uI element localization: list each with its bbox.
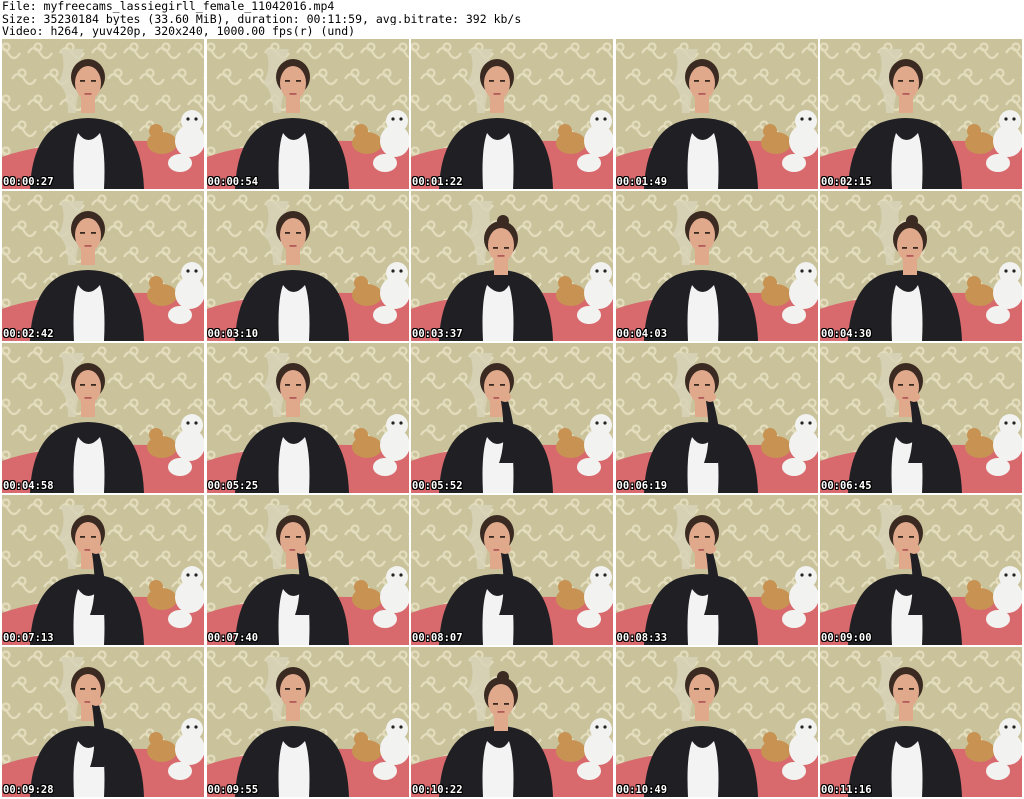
frame-image — [2, 343, 204, 493]
file-info-header: File: myfreecams_lassiegirll_female_1104… — [2, 0, 1022, 38]
frame-image — [820, 647, 1022, 797]
frame-image — [615, 647, 818, 797]
frame-timestamp: 00:08:33 — [616, 632, 668, 644]
frame-image — [411, 39, 613, 189]
frame-image — [615, 39, 818, 189]
frame-timestamp: 00:09:00 — [821, 632, 872, 644]
frame-image — [820, 191, 1022, 341]
video-thumbnail: 00:09:55 — [206, 647, 409, 797]
video-thumbnail: 00:10:22 — [411, 647, 613, 797]
file-size-line: Size: 35230184 bytes (33.60 MiB), durati… — [2, 12, 522, 26]
frame-timestamp: 00:04:58 — [3, 480, 54, 492]
video-thumbnail: 00:01:49 — [615, 39, 818, 189]
video-thumbnail: 00:08:07 — [411, 495, 613, 645]
frame-timestamp: 00:02:42 — [3, 328, 54, 340]
frame-image — [411, 495, 613, 645]
frame-timestamp: 00:06:19 — [616, 480, 668, 492]
frame-image — [2, 495, 204, 645]
video-thumbnail: 00:07:13 — [2, 495, 204, 645]
frame-image — [206, 191, 409, 341]
frame-timestamp: 00:06:45 — [821, 480, 872, 492]
frame-timestamp: 00:10:22 — [412, 784, 463, 796]
frame-image — [2, 647, 204, 797]
video-thumbnail: 00:05:52 — [411, 343, 613, 493]
frame-timestamp: 00:11:16 — [821, 784, 872, 796]
frame-timestamp: 00:07:40 — [207, 632, 259, 644]
video-thumbnail: 00:07:40 — [206, 495, 409, 645]
frame-image — [206, 647, 409, 797]
video-info-line: Video: h264, yuv420p, 320x240, 1000.00 f… — [2, 25, 356, 38]
frame-image — [206, 343, 409, 493]
frame-image — [615, 191, 818, 341]
frame-timestamp: 00:08:07 — [412, 632, 463, 644]
frame-image — [2, 191, 204, 341]
video-thumbnail: 00:04:30 — [820, 191, 1022, 341]
video-thumbnail: 00:03:10 — [206, 191, 409, 341]
frame-timestamp: 00:03:10 — [207, 328, 259, 340]
video-thumbnail: 00:11:16 — [820, 647, 1022, 797]
video-thumbnail: 00:04:03 — [615, 191, 818, 341]
frame-image — [206, 495, 409, 645]
video-thumbnail: 00:06:45 — [820, 343, 1022, 493]
frame-timestamp: 00:00:54 — [207, 176, 259, 188]
frame-timestamp: 00:00:27 — [3, 176, 54, 188]
video-thumbnail: 00:06:19 — [615, 343, 818, 493]
frame-timestamp: 00:07:13 — [3, 632, 54, 644]
frame-image — [2, 39, 204, 189]
file-name-line: File: myfreecams_lassiegirll_female_1104… — [2, 0, 335, 13]
video-thumbnail: 00:01:22 — [411, 39, 613, 189]
video-thumbnail: 00:00:54 — [206, 39, 409, 189]
frame-timestamp: 00:09:28 — [3, 784, 54, 796]
video-thumbnail: 00:05:25 — [206, 343, 409, 493]
frame-timestamp: 00:09:55 — [207, 784, 259, 796]
frame-timestamp: 00:02:15 — [821, 176, 872, 188]
video-thumbnail: 00:09:28 — [2, 647, 204, 797]
frame-image — [820, 343, 1022, 493]
frame-timestamp: 00:01:22 — [412, 176, 463, 188]
video-thumbnail: 00:00:27 — [2, 39, 204, 189]
frame-image — [411, 647, 613, 797]
video-thumbnail: 00:02:42 — [2, 191, 204, 341]
frame-image — [820, 495, 1022, 645]
video-thumbnail: 00:10:49 — [615, 647, 818, 797]
frame-image — [411, 343, 613, 493]
frame-timestamp: 00:10:49 — [616, 784, 668, 796]
video-thumbnail: 00:02:15 — [820, 39, 1022, 189]
frame-image — [615, 343, 818, 493]
video-thumbnail: 00:09:00 — [820, 495, 1022, 645]
frame-image — [615, 495, 818, 645]
frame-image — [411, 191, 613, 341]
frame-timestamp: 00:05:52 — [412, 480, 463, 492]
frame-timestamp: 00:04:03 — [616, 328, 668, 340]
video-thumbnail: 00:04:58 — [2, 343, 204, 493]
frame-timestamp: 00:05:25 — [207, 480, 259, 492]
frame-timestamp: 00:01:49 — [616, 176, 668, 188]
frame-timestamp: 00:04:30 — [821, 328, 872, 340]
frame-timestamp: 00:03:37 — [412, 328, 463, 340]
frame-image — [206, 39, 409, 189]
video-thumbnail: 00:08:33 — [615, 495, 818, 645]
thumbnail-grid: 00:00:27 00:00:54 00:01:22 00:01:49 00:02:15… — [2, 39, 1022, 797]
video-thumbnail: 00:03:37 — [411, 191, 613, 341]
frame-image — [820, 39, 1022, 189]
